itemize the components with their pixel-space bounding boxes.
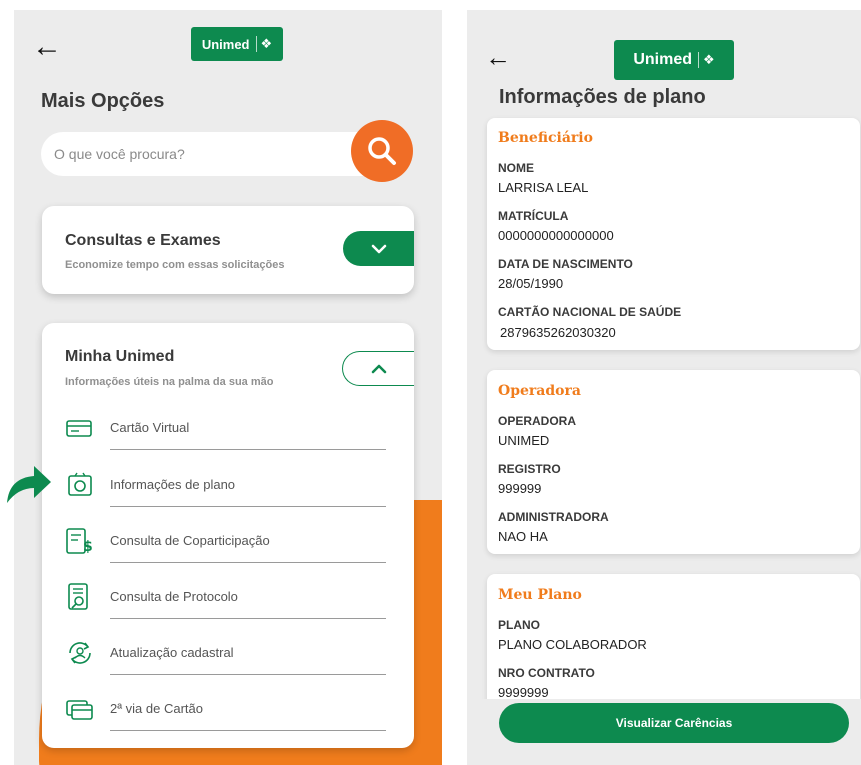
field-label-operadora: OPERADORA (498, 414, 577, 428)
pointer-arrow-icon (7, 466, 51, 503)
field-label-registro: REGISTRO (498, 462, 561, 476)
back-arrow-icon[interactable]: ← (485, 44, 511, 70)
field-label-contrato: NRO CONTRATO (498, 666, 595, 680)
divider (110, 449, 386, 450)
field-value-plano: PLANO COLABORADOR (498, 637, 647, 652)
menu-item-label: Consulta de Protocolo (110, 589, 238, 604)
unimed-symbol-icon: ❖ (255, 36, 272, 52)
divider (110, 506, 386, 507)
card-subtitle: Economize tempo com essas solicitações (65, 259, 285, 271)
card-copy-icon (64, 693, 96, 725)
field-label-nome: NOME (498, 161, 534, 175)
card-icon (64, 412, 96, 444)
logo-text: Unimed (633, 51, 692, 68)
coparticipation-icon: $ (64, 525, 96, 557)
divider (110, 562, 386, 563)
menu-item-coparticipacao[interactable]: $ Consulta de Coparticipação (64, 519, 386, 563)
chevron-down-icon (371, 244, 386, 253)
plan-info-icon (64, 469, 96, 501)
field-label-cns: CARTÃO NACIONAL DE SAÚDE (498, 305, 682, 319)
logo-text: Unimed (201, 36, 250, 52)
menu-item-protocolo[interactable]: Consulta de Protocolo (64, 575, 386, 619)
section-title: Meu Plano (498, 587, 582, 603)
divider (110, 730, 386, 731)
field-value-operadora: UNIMED (498, 433, 550, 448)
field-value-nascimento: 28/05/1990 (498, 276, 564, 291)
divider (110, 618, 386, 619)
search-icon (368, 137, 396, 165)
menu-item-label: Atualização cadastral (110, 645, 234, 660)
svg-text:$: $ (83, 539, 93, 555)
search-input[interactable]: O que você procura? (41, 132, 396, 176)
field-label-matricula: MATRÍCULA (498, 209, 569, 223)
field-label-nascimento: DATA DE NASCIMENTO (498, 257, 633, 271)
field-label-administradora: ADMINISTRADORA (498, 510, 609, 524)
menu-item-label: Informações de plano (110, 477, 236, 492)
informacoes-plano-screen: ← Unimed ❖ Informações de plano Benefici… (467, 10, 861, 765)
divider (110, 674, 386, 675)
expand-button[interactable] (343, 231, 414, 266)
field-value-nome: LARRISA LEAL (498, 180, 589, 195)
field-value-contrato: 9999999 (498, 685, 549, 699)
field-value-matricula: 0000000000000000 (498, 228, 614, 243)
menu-item-label: Cartão Virtual (110, 420, 190, 435)
section-title: Beneficiário (498, 130, 593, 146)
card-subtitle: Informações úteis na palma da sua mão (65, 376, 274, 388)
unimed-symbol-icon: ❖ (698, 52, 715, 68)
card-title: Minha Unimed (65, 348, 175, 365)
menu-item-label: Consulta de Coparticipação (110, 533, 270, 548)
menu-item-segunda-via-cartao[interactable]: 2ª via de Cartão (64, 687, 386, 731)
search-button[interactable] (351, 120, 413, 182)
card-title: Consultas e Exames (65, 232, 221, 249)
menu-item-informacoes-plano[interactable]: Informações de plano (64, 463, 386, 507)
consultas-exames-card[interactable]: Consultas e Exames Economize tempo com e… (42, 206, 414, 294)
collapse-button[interactable] (342, 351, 414, 386)
visualizar-carencias-button[interactable]: Visualizar Carências (499, 703, 849, 743)
field-value-administradora: NAO HA (498, 529, 548, 544)
section-title: Operadora (498, 383, 581, 399)
protocol-icon (64, 581, 96, 613)
update-profile-icon (64, 637, 96, 669)
back-arrow-icon[interactable]: ← (32, 32, 62, 62)
chevron-up-icon (371, 364, 386, 373)
field-label-plano: PLANO (498, 618, 540, 632)
unimed-logo: Unimed ❖ (191, 27, 283, 61)
beneficiario-card: Beneficiário NOME LARRISA LEAL MATRÍCULA… (487, 118, 860, 350)
menu-item-label: 2ª via de Cartão (110, 701, 203, 716)
unimed-logo: Unimed ❖ (614, 40, 734, 80)
mais-opcoes-screen: ← Unimed ❖ Mais Opções O que você procur… (14, 10, 442, 765)
page-title: Informações de plano (499, 86, 706, 108)
menu-item-atualizacao-cadastral[interactable]: Atualização cadastral (64, 631, 386, 675)
menu-item-cartao-virtual[interactable]: Cartão Virtual (64, 406, 386, 450)
search-placeholder: O que você procura? (54, 146, 185, 162)
field-value-cns: 2879635262030320 (500, 325, 616, 340)
operadora-card: Operadora OPERADORA UNIMED REGISTRO 9999… (487, 370, 860, 554)
field-value-registro: 999999 (498, 481, 542, 496)
plan-info-scroll[interactable]: Beneficiário NOME LARRISA LEAL MATRÍCULA… (467, 114, 861, 699)
page-title: Mais Opções (41, 90, 165, 112)
meu-plano-card: Meu Plano PLANO PLANO COLABORADOR NRO CO… (487, 574, 860, 699)
minha-unimed-card: Minha Unimed Informações úteis na palma … (42, 323, 414, 748)
